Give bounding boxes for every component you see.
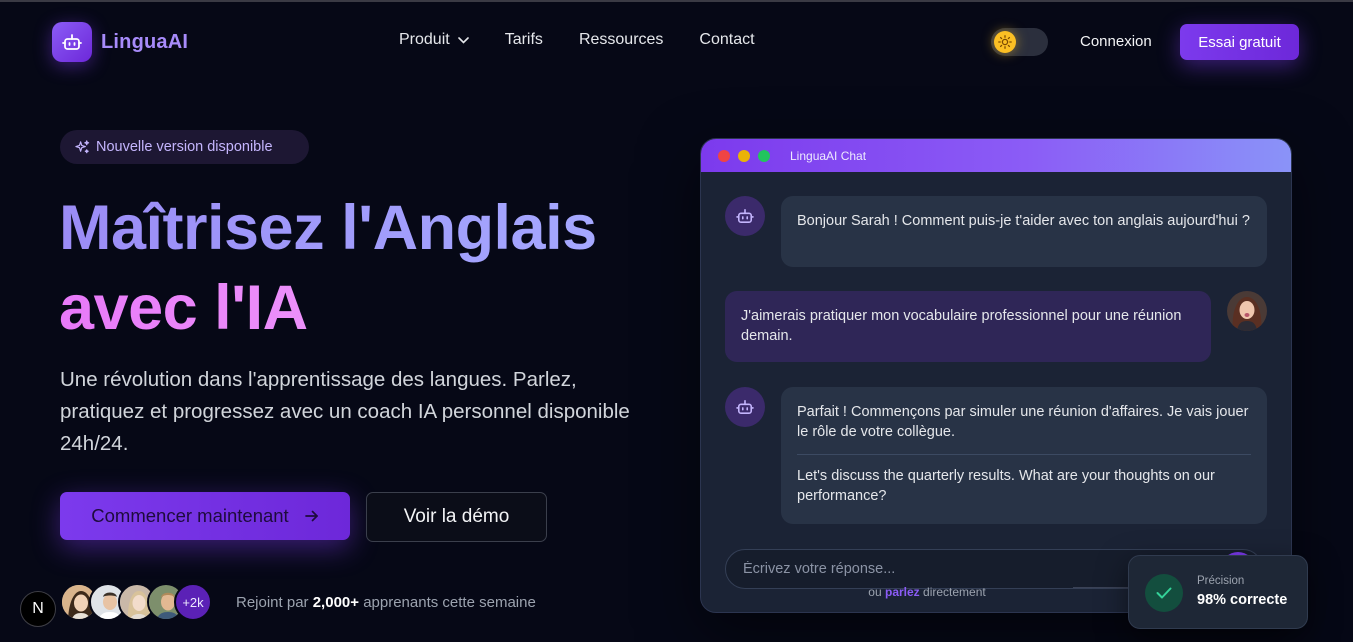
start-now-button[interactable]: Commencer maintenant bbox=[60, 492, 350, 540]
robot-icon bbox=[736, 208, 754, 224]
brand-logo[interactable]: LinguaAI bbox=[52, 22, 188, 62]
badge-label: Nouvelle version disponible bbox=[96, 139, 273, 155]
nav-item-contact[interactable]: Contact bbox=[699, 31, 754, 49]
learner-avatars: +2k bbox=[60, 583, 220, 621]
hero-title-line1: Maîtrisez l'Anglais bbox=[59, 188, 597, 268]
new-version-badge[interactable]: Nouvelle version disponible bbox=[60, 130, 309, 164]
english-prompt: Let's discuss the quarterly results. Wha… bbox=[797, 468, 1215, 504]
login-link[interactable]: Connexion bbox=[1080, 33, 1152, 50]
nav-item-label: Produit bbox=[399, 31, 450, 48]
nav-item-ressources[interactable]: Ressources bbox=[579, 31, 663, 49]
nav-item-produit[interactable]: Produit bbox=[399, 31, 469, 49]
check-icon bbox=[1145, 574, 1183, 612]
watch-demo-button[interactable]: Voir la démo bbox=[366, 492, 547, 542]
nextjs-dev-badge[interactable]: N bbox=[20, 591, 56, 627]
bot-message-text: Parfait ! Commençons par simuler une réu… bbox=[797, 404, 1249, 440]
chat-title: LinguaAI Chat bbox=[790, 148, 867, 163]
nav-item-tarifs[interactable]: Tarifs bbox=[505, 31, 543, 49]
speak-link[interactable]: parlez bbox=[885, 585, 920, 599]
sparkles-icon bbox=[75, 139, 90, 153]
close-dot bbox=[718, 149, 730, 162]
arrow-right-icon bbox=[304, 510, 318, 522]
cta-label: Commencer maintenant bbox=[91, 505, 289, 526]
user-avatar bbox=[1227, 291, 1267, 331]
more-learners-count: +2k bbox=[174, 583, 212, 621]
theme-toggle[interactable] bbox=[991, 28, 1048, 56]
precision-label: Précision bbox=[1197, 575, 1245, 587]
bot-avatar bbox=[725, 387, 765, 427]
navbar: LinguaAI Produit Tarifs Ressources Conta… bbox=[0, 0, 1353, 84]
free-trial-button[interactable]: Essai gratuit bbox=[1180, 24, 1299, 60]
sun-icon bbox=[994, 31, 1016, 53]
learner-count: 2,000+ bbox=[312, 594, 360, 611]
chat-message-user: J'aimerais pratiquer mon vocabulaire pro… bbox=[725, 291, 1211, 362]
chat-message-bot: Bonjour Sarah ! Comment puis-je t'aider … bbox=[781, 196, 1267, 267]
hero-title-line2: avec l'IA bbox=[59, 268, 597, 348]
chevron-down-icon bbox=[457, 36, 469, 44]
hero-title: Maîtrisez l'Anglais avec l'IA bbox=[59, 188, 597, 348]
minimize-dot bbox=[738, 149, 750, 162]
precision-card: Précision 98% correcte bbox=[1128, 555, 1308, 629]
message-divider bbox=[797, 454, 1251, 455]
main-menu: Produit Tarifs Ressources Contact bbox=[399, 31, 755, 49]
maximize-dot bbox=[758, 149, 770, 162]
bot-avatar bbox=[725, 196, 765, 236]
precision-value: 98% correcte bbox=[1197, 592, 1288, 608]
social-proof-text: Rejoint par 2,000+ apprenants cette sema… bbox=[236, 594, 536, 611]
chat-message-bot: Parfait ! Commençons par simuler une réu… bbox=[781, 387, 1267, 524]
hero-subtitle: Une révolution dans l'apprentissage des … bbox=[60, 368, 630, 455]
chat-titlebar: LinguaAI Chat bbox=[701, 139, 1291, 172]
brand-name: LinguaAI bbox=[101, 30, 189, 53]
robot-icon bbox=[52, 22, 92, 62]
robot-icon bbox=[736, 399, 754, 415]
chat-preview-window: LinguaAI Chat Bonjour Sarah ! Comment pu… bbox=[700, 138, 1292, 613]
